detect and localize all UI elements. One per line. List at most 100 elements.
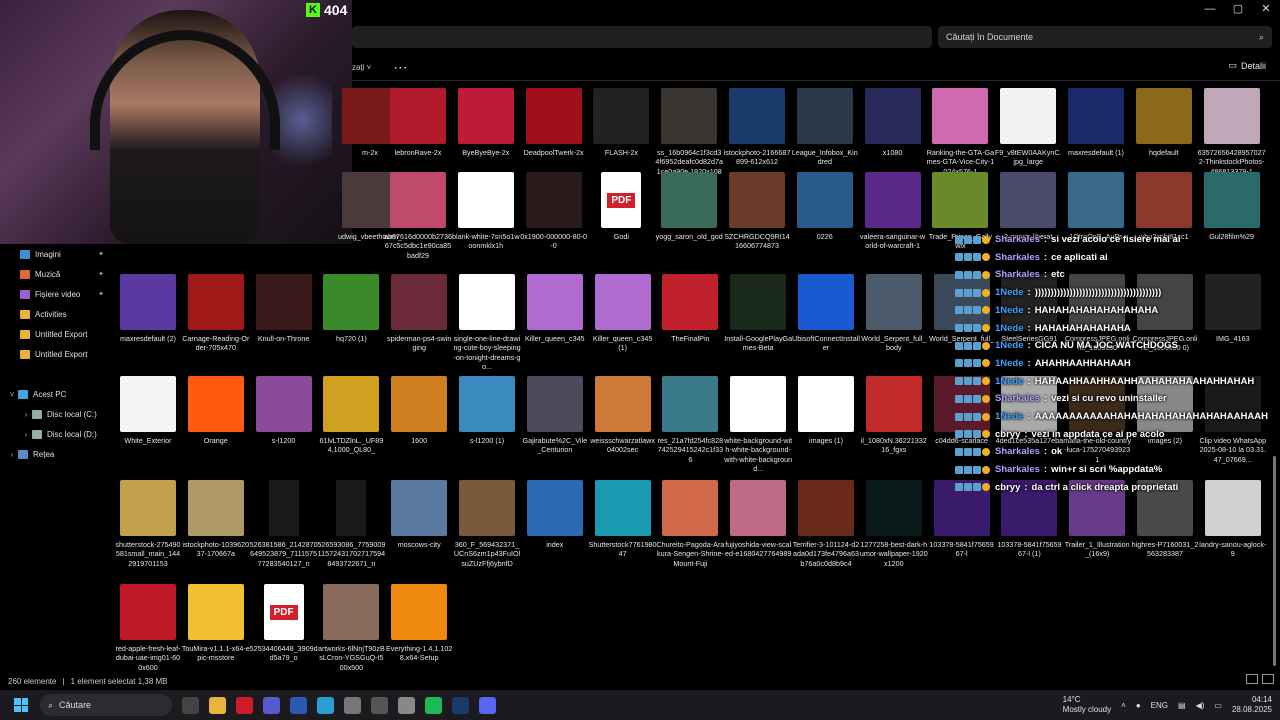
sidebar-item[interactable]: Fișiere video ✦ [0,284,110,304]
file-item[interactable]: moscows-city [385,480,453,582]
sidebar-item[interactable]: Untitled Export [0,344,110,364]
chevron-icon[interactable]: › [20,410,32,419]
taskbar-app-icon[interactable] [290,696,307,714]
file-item[interactable]: 61lvLTDZlnL._UF894,1000_QL80_ [317,376,385,478]
file-item[interactable]: Terrifier-3-101124-d2ada0d173fe4796a63b7… [792,480,860,582]
file-item[interactable]: images (1) [792,376,860,478]
file-item[interactable]: spiderman-ps4-swinging [385,274,453,376]
file-item[interactable]: yogg_saron_old_god [655,172,723,274]
file-item[interactable]: TheFinalPin [656,274,724,376]
chevron-up-icon[interactable]: ˄ [1121,701,1126,710]
file-item[interactable]: blank-white-7sn5o1woonmklx1h [452,172,520,274]
details-view-icon[interactable] [1246,674,1258,684]
sidebar-item[interactable]: Muzică ✦ [0,264,110,284]
language-indicator[interactable]: ENG [1151,701,1168,710]
more-options-button[interactable]: ⋯ [393,59,408,76]
file-item[interactable]: 1277258-best-dark-humor-wallpaper-1920x1… [860,480,928,582]
file-item[interactable]: shutterstock-275490581small_main_1442919… [114,480,182,582]
microphone-icon[interactable]: ● [1136,701,1141,710]
search-box[interactable]: Căutați în Documente ⌕ [938,26,1272,48]
file-item[interactable]: 0x1900-000000-80-0-0 [520,172,588,274]
file-item[interactable]: Shutterstock776198047 [589,480,657,582]
taskbar-app-icon[interactable] [371,696,388,714]
file-name: images (1) [809,436,843,445]
file-item[interactable]: PDF Godi [587,172,655,274]
weather-widget[interactable]: 14°C Mostly cloudy [1063,695,1111,715]
network-icon[interactable]: ▤ [1178,701,1186,710]
chevron-icon[interactable]: › [6,450,18,459]
sidebar-item[interactable]: › Disc local (D:) [0,424,110,444]
file-item[interactable]: ab67616d0000b273667c5c5dbc1e90ca85badf29 [384,172,452,274]
file-item[interactable]: SZCHRGDCQ9RI1416606774873 [723,172,791,274]
file-item[interactable]: red-apple-fresh-leaf-dubai-uae-img01-600… [114,584,182,686]
file-item[interactable]: TouMira-v1.1.1-x64-epic-msstore [182,584,250,686]
taskbar-app-icon[interactable] [317,696,334,714]
viewer-count: 404 [324,2,348,18]
address-bar[interactable] [352,26,932,48]
file-item[interactable]: World_Serpent_full_body [860,274,928,376]
file-item[interactable]: s-l1200 [250,376,318,478]
taskbar-app-icon[interactable] [263,696,280,714]
file-item[interactable]: Killer_queen_c345 (1) [589,274,657,376]
taskbar-app-icon[interactable] [344,696,361,714]
sidebar-item[interactable]: Imagini ✦ [0,244,110,264]
scrollbar[interactable] [1273,456,1276,666]
taskbar-search[interactable]: ⌕ Căutare [40,694,172,716]
file-item[interactable]: fujiyoshida-view-scaled-e1680427764989 [724,480,792,582]
sidebar-item[interactable]: ˅ Acest PC [0,384,110,404]
taskbar-app-icon[interactable] [479,696,496,714]
file-item[interactable]: Install-GooglePlayGames-Beta [724,274,792,376]
taskbar-app-icon[interactable] [425,696,442,714]
clock[interactable]: 04:14 28.08.2025 [1232,695,1272,715]
file-item[interactable]: index [521,480,589,582]
taskbar-app-icon[interactable] [182,696,199,714]
file-item[interactable]: res_21a7fd254fc828742529415242c1f336 [656,376,724,478]
sort-button[interactable]: zați ˅ [352,63,371,72]
file-item[interactable]: 526593086_775900911572431702717594849372… [317,480,385,582]
file-item[interactable]: PDF 52534406448_3909dd5a79_o [250,584,318,686]
file-item[interactable]: valeera-sanguinar-world-of-warcraft-1 [859,172,927,274]
taskbar-app-icon[interactable] [236,696,253,714]
file-item[interactable]: single-one-line-drawing-cute-boy-sleepin… [453,274,521,376]
sidebar-item[interactable]: Activities [0,304,110,324]
file-item[interactable]: Killer_queen_c345 [521,274,589,376]
file-item[interactable]: 526381586_2142870649523879_7111575772835… [250,480,318,582]
sidebar-item[interactable]: › Disc local (C:) [0,404,110,424]
taskbar-app-icon[interactable] [398,696,415,714]
file-item[interactable]: White_Exterior [114,376,182,478]
tiles-view-icon[interactable] [1262,674,1274,684]
sidebar-item[interactable]: › Rețea [0,444,110,464]
sidebar-item[interactable]: Untitled Export [0,324,110,344]
maximize-button[interactable]: ▢ [1224,0,1252,20]
battery-icon[interactable]: ▭ [1214,701,1222,710]
file-item[interactable]: weissschwarzatlawx04002sec [589,376,657,478]
file-item[interactable]: maxresdefault (2) [114,274,182,376]
volume-icon[interactable]: ◀) [1196,701,1205,710]
file-item[interactable]: artworks-6lNnjT90zBsLCron-YGSGuQ-t500x50… [317,584,385,686]
minimize-button[interactable]: — [1196,0,1224,20]
chevron-icon[interactable]: ˅ [6,390,18,399]
file-item[interactable]: 1600 [385,376,453,478]
file-thumbnail [390,172,446,228]
taskbar-app-icon[interactable] [209,696,226,714]
file-item[interactable]: Everything-1.4.1.1028.x64-Setup [385,584,453,686]
chevron-icon[interactable]: › [20,430,32,439]
file-item[interactable]: il_1080xN.3622133216_fgxs [860,376,928,478]
start-button[interactable] [14,698,28,712]
file-item[interactable]: Knull-on-Throne [250,274,318,376]
taskbar-app-icon[interactable] [452,696,469,714]
file-item[interactable]: hq720 (1) [317,274,385,376]
file-item[interactable]: Carnage-Reading-Order-705x470 [182,274,250,376]
file-thumbnail [268,480,299,536]
file-item[interactable]: Orange [182,376,250,478]
file-item[interactable]: Chureito-Pagoda-Arakura-Sengen-Shrine-Mo… [656,480,724,582]
file-item[interactable]: s-l1200 (1) [453,376,521,478]
file-item[interactable]: UbisoftConnectInstaller [792,274,860,376]
file-item[interactable]: istockphoto-103962037-170667a [182,480,250,582]
file-item[interactable]: Gajirabute%2C_Vile_Centurion [521,376,589,478]
details-button[interactable]: ▭ Detalii [1228,60,1266,71]
close-button[interactable]: ✕ [1252,0,1280,20]
file-item[interactable]: 360_F_569432371_UCnS6zm1p43FuIOlsuZUzFfj… [453,480,521,582]
file-item[interactable]: 0226 [791,172,859,274]
file-item[interactable]: white-background-with-white-background-w… [724,376,792,478]
